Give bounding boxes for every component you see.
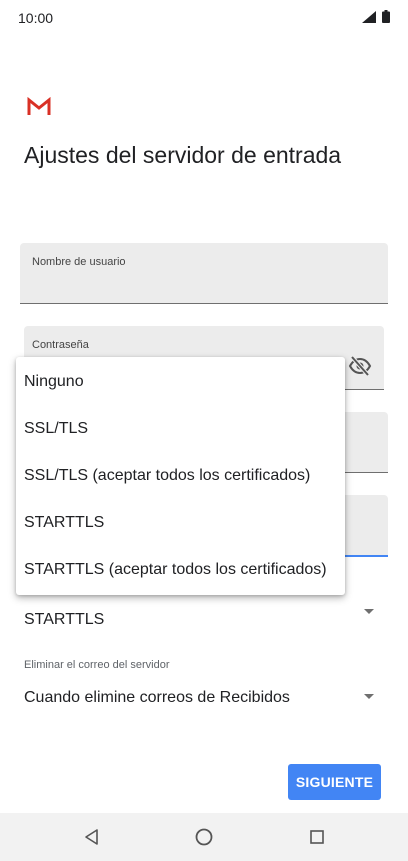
menu-item-starttls-all-certs[interactable]: STARTTLS (aceptar todos los certificados…: [16, 546, 345, 593]
next-button[interactable]: SIGUIENTE: [288, 764, 381, 800]
chevron-down-icon: [364, 694, 374, 699]
screen: 10:00 Ajustes del servidor de entrada No…: [0, 0, 408, 861]
battery-icon: [382, 10, 390, 23]
gmail-icon: [27, 97, 51, 115]
home-icon[interactable]: [192, 825, 216, 849]
menu-item-label: STARTTLS (aceptar todos los certificados…: [24, 561, 327, 578]
menu-item-label: SSL/TLS (aceptar todos los certificados): [24, 467, 311, 484]
delete-mail-label: Eliminar el correo del servidor: [24, 659, 170, 671]
delete-mail-value: Cuando elimine correos de Recibidos: [24, 689, 290, 706]
security-options-menu: Ninguno SSL/TLS SSL/TLS (aceptar todos l…: [16, 357, 345, 595]
status-time: 10:00: [18, 10, 54, 26]
back-icon[interactable]: [80, 825, 104, 849]
recents-icon[interactable]: [305, 825, 329, 849]
security-type-value: STARTTLS: [24, 611, 105, 628]
menu-item-starttls[interactable]: STARTTLS: [16, 499, 345, 546]
menu-item-ninguno[interactable]: Ninguno: [16, 358, 345, 405]
status-icons: [362, 10, 390, 23]
signal-icon: [362, 10, 376, 23]
menu-item-ssl-tls[interactable]: SSL/TLS: [16, 405, 345, 452]
username-field[interactable]: Nombre de usuario: [20, 243, 388, 304]
menu-item-label: STARTTLS: [24, 514, 105, 531]
password-label: Contraseña: [32, 339, 89, 351]
username-label: Nombre de usuario: [32, 256, 126, 268]
status-bar: 10:00: [0, 0, 408, 36]
menu-item-label: SSL/TLS: [24, 420, 89, 437]
chevron-down-icon: [364, 609, 374, 614]
page-title: Ajustes del servidor de entrada: [24, 142, 342, 168]
navigation-bar: [0, 813, 408, 861]
menu-item-label: Ninguno: [24, 373, 84, 390]
eye-off-icon[interactable]: [348, 354, 372, 378]
menu-item-ssl-tls-all-certs[interactable]: SSL/TLS (aceptar todos los certificados): [16, 452, 345, 499]
